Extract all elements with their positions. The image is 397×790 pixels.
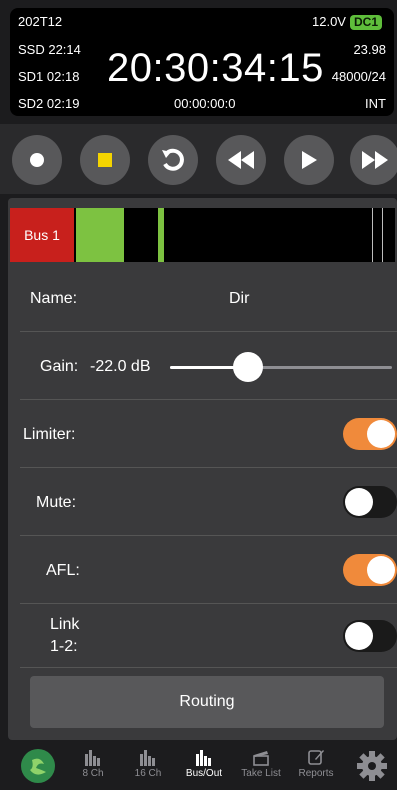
edit-icon [308, 750, 324, 765]
meter-marker [382, 208, 383, 262]
link-label-channels: 1-2: [50, 638, 78, 655]
gain-slider-knob[interactable] [233, 352, 263, 382]
bus-meter: Bus 1 [10, 208, 395, 262]
limiter-row: Limiter: [20, 400, 397, 468]
tab-16ch[interactable]: 16 Ch [122, 748, 174, 779]
link-toggle[interactable] [343, 620, 397, 652]
link-row: Link 1-2: [20, 604, 397, 668]
routing-button[interactable]: Routing [30, 676, 384, 728]
rewind-icon [228, 151, 254, 169]
elapsed-time: 00:00:00:0 [174, 96, 236, 111]
tab-label: Take List [241, 768, 281, 779]
limiter-toggle[interactable] [343, 418, 397, 450]
fast-forward-icon [362, 151, 388, 169]
tab-take-list[interactable]: Take List [235, 748, 287, 779]
stop-icon [98, 153, 112, 167]
project-name: 202T12 [18, 14, 63, 29]
gain-slider[interactable] [170, 352, 392, 382]
transport-bar [0, 124, 397, 194]
record-button[interactable] [12, 135, 62, 185]
limiter-label: Limiter: [23, 426, 76, 443]
sd1-remaining: SD1 02:18 [18, 69, 80, 84]
tab-8ch[interactable]: 8 Ch [67, 748, 119, 779]
voltage-readout: 12.0V DC1 [312, 14, 382, 30]
name-label: Name: [30, 290, 78, 307]
play-icon [302, 151, 317, 169]
sample-rate: 48000/24 [331, 69, 386, 84]
gain-value: -22.0 dB [90, 358, 151, 375]
bus-name-tag[interactable]: Bus 1 [10, 208, 74, 262]
clapper-icon [253, 751, 269, 766]
tab-bus-out[interactable]: Bus/Out [178, 748, 230, 779]
timecode-source: INT [365, 96, 386, 111]
bars-icon [140, 750, 155, 766]
undo-icon [162, 148, 184, 171]
afl-label: AFL: [46, 562, 80, 579]
meter-level-right [158, 208, 164, 262]
stop-button[interactable] [80, 135, 130, 185]
tab-home[interactable] [12, 748, 64, 786]
afl-toggle[interactable] [343, 554, 397, 586]
sd2-remaining: SD2 02:19 [18, 96, 80, 111]
gain-label: Gain: [40, 358, 79, 375]
tab-label: 16 Ch [134, 768, 162, 779]
bars-icon [85, 750, 100, 766]
frame-rate: 23.98 [353, 42, 386, 57]
name-row: Name: Dir [20, 266, 397, 332]
mute-row: Mute: [20, 468, 397, 536]
tab-label: Reports [298, 768, 334, 779]
tab-settings[interactable] [346, 750, 397, 784]
meter-level-left [76, 208, 124, 262]
tab-label: Bus/Out [185, 768, 223, 779]
tab-label: 8 Ch [82, 768, 104, 779]
undo-button[interactable] [148, 135, 198, 185]
mute-toggle[interactable] [343, 486, 397, 518]
app-logo-icon [21, 749, 55, 783]
link-label: Link [50, 616, 80, 633]
afl-row: AFL: [20, 536, 397, 604]
mute-label: Mute: [36, 494, 77, 511]
gear-icon [357, 751, 387, 781]
ssd-remaining: SSD 22:14 [18, 42, 81, 57]
fast-forward-button[interactable] [350, 135, 397, 185]
tab-reports[interactable]: Reports [290, 748, 342, 779]
bars-icon [196, 750, 211, 766]
record-icon [30, 153, 44, 167]
status-display: 202T12 12.0V DC1 SSD 22:14 SD1 02:18 SD2 … [10, 8, 394, 116]
meter-marker [372, 208, 373, 262]
bottom-tab-bar: 8 Ch 16 Ch Bus/Out Take List Reports [0, 742, 397, 790]
power-badge: DC1 [349, 15, 382, 30]
rewind-button[interactable] [216, 135, 266, 185]
name-value[interactable]: Dir [229, 290, 249, 308]
play-button[interactable] [284, 135, 334, 185]
timecode: 20:30:34:15 [107, 46, 324, 90]
